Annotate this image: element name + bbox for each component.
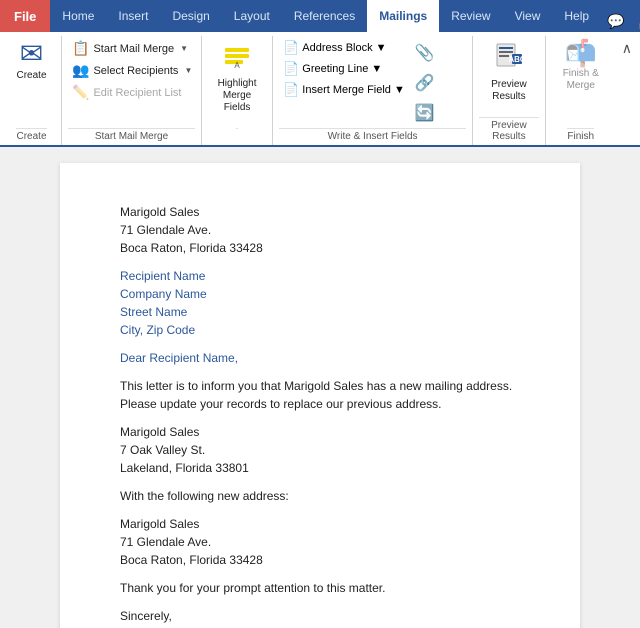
- closing-text: Thank you for your prompt attention to t…: [120, 579, 520, 597]
- finish-icon: 📬: [565, 40, 597, 66]
- tab-design[interactable]: Design: [160, 0, 221, 32]
- update-labels-icon: 🔄: [415, 103, 435, 123]
- greeting-line-icon: 📄: [283, 61, 299, 77]
- rules-icon: 📎: [415, 43, 435, 63]
- merge-recipient-name: Recipient Name: [120, 267, 520, 285]
- edit-list-label: Edit Recipient List: [93, 87, 181, 99]
- tab-insert[interactable]: Insert: [106, 0, 160, 32]
- insert-merge-icon: 📄: [283, 82, 299, 98]
- group-highlight-label: [236, 128, 239, 145]
- start-merge-arrow: ▼: [180, 44, 188, 53]
- tab-help[interactable]: Help: [552, 0, 601, 32]
- select-recipients-icon: 👥: [72, 62, 89, 79]
- greeting-line-label: Greeting Line: [302, 63, 368, 75]
- new-addr-name: Marigold Sales: [120, 423, 520, 441]
- preview-results-button[interactable]: ABC Preview Results: [485, 36, 533, 107]
- tab-mailings[interactable]: Mailings: [367, 0, 439, 32]
- finish-label: Finish & Merge: [563, 68, 599, 92]
- highlight-icon: A: [221, 40, 253, 76]
- new-addr2-1: 71 Glendale Ave.: [120, 533, 520, 551]
- new-addr-city: Lakeland, Florida 33801: [120, 459, 520, 477]
- document-area: Marigold Sales 71 Glendale Ave. Boca Rat…: [0, 147, 640, 628]
- greeting-line-arrow: ▼: [371, 63, 382, 75]
- merge-company-name: Company Name: [120, 285, 520, 303]
- group-write-insert: 📄 Address Block ▼ 📄 Greeting Line ▼ 📄 In…: [273, 36, 473, 145]
- sender-address1: 71 Glendale Ave.: [120, 221, 520, 239]
- group-start-mail-merge: 📋 Start Mail Merge ▼ 👥 Select Recipients…: [62, 36, 202, 145]
- group-write-insert-label: Write & Insert Fields: [279, 128, 466, 145]
- sender-city-state-zip: Boca Raton, Florida 33428: [120, 239, 520, 257]
- highlight-merge-fields-button[interactable]: A Highlight Merge Fields: [207, 36, 267, 118]
- document-page: Marigold Sales 71 Glendale Ave. Boca Rat…: [60, 163, 580, 628]
- right-icons: 📎 🔗 🔄: [411, 36, 439, 126]
- preview-label: Preview Results: [491, 79, 527, 103]
- edit-list-icon: ✏️: [72, 84, 89, 101]
- svg-text:A: A: [234, 61, 240, 70]
- group-preview: ABC Preview Results Preview Results: [473, 36, 546, 145]
- create-label: Create: [16, 70, 46, 81]
- share-icon[interactable]: 📤: [633, 11, 640, 32]
- group-highlight: A Highlight Merge Fields: [202, 36, 273, 145]
- address-block-icon: 📄: [283, 40, 299, 56]
- ribbon: ✉ Create Create 📋 Start Mail Merge ▼ 👥 S…: [0, 32, 640, 147]
- group-finish: 📬 Finish & Merge Finish: [546, 36, 616, 145]
- tab-file[interactable]: File: [0, 0, 50, 32]
- svg-text:ABC: ABC: [508, 55, 525, 64]
- start-merge-icon: 📋: [72, 40, 89, 57]
- merge-city-zip: City, Zip Code: [120, 321, 520, 339]
- salutation: Dear Recipient Name,: [120, 349, 520, 367]
- insert-merge-arrow: ▼: [394, 84, 405, 96]
- group-preview-label: Preview Results: [479, 117, 539, 145]
- tab-layout[interactable]: Layout: [222, 0, 282, 32]
- address-block-button[interactable]: 📄 Address Block ▼: [279, 38, 409, 58]
- preview-icon: ABC: [493, 40, 525, 77]
- rules-button[interactable]: 📎: [411, 40, 439, 66]
- collapse-ribbon-button[interactable]: ∧: [616, 36, 638, 61]
- insert-merge-label: Insert Merge Field: [302, 84, 391, 96]
- group-create: ✉ Create Create: [2, 36, 62, 145]
- group-finish-label: Finish: [567, 128, 594, 145]
- address-block-label: Address Block: [302, 42, 372, 54]
- finish-merge-button[interactable]: 📬 Finish & Merge: [557, 36, 605, 96]
- group-create-label: Create: [16, 128, 46, 145]
- tab-review[interactable]: Review: [439, 0, 502, 32]
- tab-home[interactable]: Home: [50, 0, 106, 32]
- select-recipients-button[interactable]: 👥 Select Recipients ▼: [68, 60, 196, 81]
- body-paragraph-1: This letter is to inform you that Marigo…: [120, 377, 520, 413]
- greeting-line-button[interactable]: 📄 Greeting Line ▼: [279, 59, 409, 79]
- sincerely: Sincerely,: [120, 607, 520, 625]
- sender-name: Marigold Sales: [120, 203, 520, 221]
- new-addr2-city: Boca Raton, Florida 33428: [120, 551, 520, 569]
- new-addr2-name: Marigold Sales: [120, 515, 520, 533]
- update-labels-button[interactable]: 🔄: [411, 100, 439, 126]
- highlight-label: Highlight Merge Fields: [213, 78, 261, 114]
- match-fields-button[interactable]: 🔗: [411, 70, 439, 96]
- start-mail-merge-button[interactable]: 📋 Start Mail Merge ▼: [68, 38, 196, 59]
- tab-references[interactable]: References: [282, 0, 367, 32]
- group-start-merge-label: Start Mail Merge: [68, 128, 195, 145]
- merge-street-name: Street Name: [120, 303, 520, 321]
- start-merge-btns: 📋 Start Mail Merge ▼ 👥 Select Recipients…: [68, 36, 196, 103]
- edit-recipient-list-button: ✏️ Edit Recipient List: [68, 82, 196, 103]
- match-fields-icon: 🔗: [415, 73, 435, 93]
- create-icon: ✉: [20, 40, 43, 68]
- insert-merge-field-button[interactable]: 📄 Insert Merge Field ▼: [279, 80, 409, 100]
- select-recipients-label: Select Recipients: [93, 65, 178, 77]
- select-recipients-arrow: ▼: [184, 66, 192, 75]
- tab-bar: File Home Insert Design Layout Reference…: [0, 0, 640, 32]
- new-addr-1: 7 Oak Valley St.: [120, 441, 520, 459]
- intro-new-address: With the following new address:: [120, 487, 520, 505]
- tab-view[interactable]: View: [503, 0, 553, 32]
- start-merge-label: Start Mail Merge: [93, 43, 174, 55]
- comment-icon[interactable]: 💬: [601, 11, 630, 32]
- create-button[interactable]: ✉ Create: [10, 36, 54, 85]
- address-block-arrow: ▼: [376, 42, 387, 54]
